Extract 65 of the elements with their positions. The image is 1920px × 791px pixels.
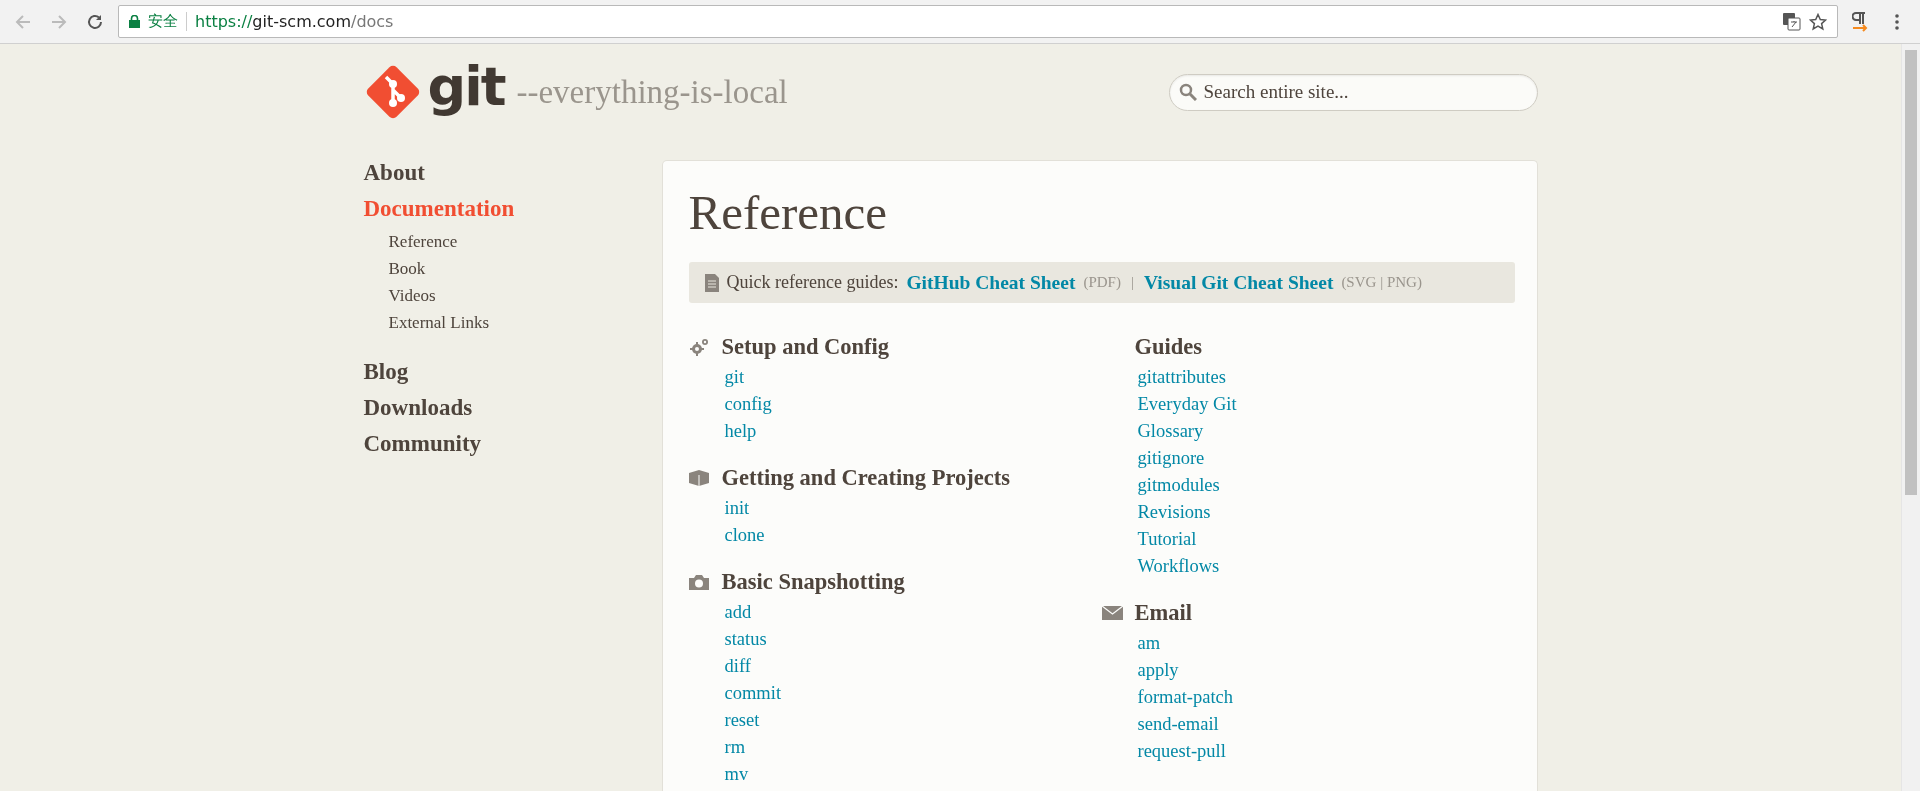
extension-icon[interactable] [1852,11,1870,32]
url-text: https://git-scm.com/docs [195,12,394,31]
section-heading: Basic Snapshotting [721,569,905,595]
section-heading: Guides [1134,334,1203,360]
command-link[interactable]: rm [724,734,746,761]
command-link[interactable]: request-pull [1137,738,1226,765]
command-link[interactable]: diff [724,653,751,680]
command-link[interactable]: commit [724,680,782,707]
command-link[interactable]: Glossary [1137,418,1204,445]
command-link[interactable]: Tutorial [1137,526,1197,553]
sidebar-subitem[interactable]: Book [388,255,426,282]
sidebar-subitem[interactable]: External Links [388,309,490,336]
quick-reference-label: Quick reference guides: [726,272,899,293]
reload-icon[interactable] [86,12,104,31]
lock-icon [129,15,140,28]
sidebar-item[interactable]: About [363,160,425,186]
menu-icon[interactable] [1895,13,1899,30]
command-link[interactable]: format-patch [1137,684,1234,711]
star-icon[interactable] [1809,12,1827,31]
camera-icon [688,574,709,590]
document-icon [704,273,719,292]
command-link[interactable]: config [724,391,772,418]
page-title: Reference [688,184,888,242]
format-note: (SVG | PNG) [1341,274,1422,291]
cheat-sheet-link[interactable]: GitHub Cheat Sheet [906,271,1076,294]
command-link[interactable]: Everyday Git [1137,391,1237,418]
command-link[interactable]: status [724,626,767,653]
scrollbar-thumb[interactable] [1905,50,1917,495]
section-heading: Setup and Config [721,334,890,360]
command-link[interactable]: send-email [1137,711,1219,738]
separator-text: | [1130,274,1134,291]
box-icon [688,470,709,486]
envelope-icon [1101,606,1123,620]
command-link[interactable]: gitattributes [1137,364,1226,391]
section-heading: Getting and Creating Projects [721,465,1010,491]
sidebar-subitem[interactable]: Reference [388,228,458,255]
cheat-sheet-link[interactable]: Visual Git Cheat Sheet [1143,271,1334,294]
command-link[interactable]: am [1137,630,1161,657]
command-link[interactable]: help [724,418,757,445]
command-link[interactable]: apply [1137,657,1179,684]
translate-icon[interactable] [1783,12,1801,31]
command-link[interactable]: gitignore [1137,445,1205,472]
section-heading: Email [1134,600,1192,626]
command-link[interactable]: gitmodules [1137,472,1220,499]
command-link[interactable]: clone [724,522,765,549]
sidebar-item[interactable]: Downloads [363,395,473,421]
scrollbar[interactable] [1901,44,1920,791]
secure-label: 安全 [148,12,187,31]
format-note: (PDF) [1083,274,1121,291]
command-link[interactable]: reset [724,707,760,734]
search-icon [1178,82,1197,101]
command-link[interactable]: Revisions [1137,499,1211,526]
address-bar[interactable]: 安全 https://git-scm.com/docs [118,5,1838,38]
logo-text[interactable]: git [427,60,505,114]
command-link[interactable]: init [724,495,750,522]
command-link[interactable]: Workflows [1137,553,1220,580]
sidebar-subitem[interactable]: Videos [388,282,436,309]
command-link[interactable]: add [724,599,752,626]
command-link[interactable]: mv [724,761,749,788]
sidebar-item[interactable]: Documentation [363,196,515,222]
tagline: --everything-is-local [516,73,788,111]
command-link[interactable]: git [724,364,745,391]
sidebar-item[interactable]: Community [363,431,482,457]
sidebar-item[interactable]: Blog [363,359,409,385]
search-field[interactable]: Search entire site... [1168,73,1538,111]
